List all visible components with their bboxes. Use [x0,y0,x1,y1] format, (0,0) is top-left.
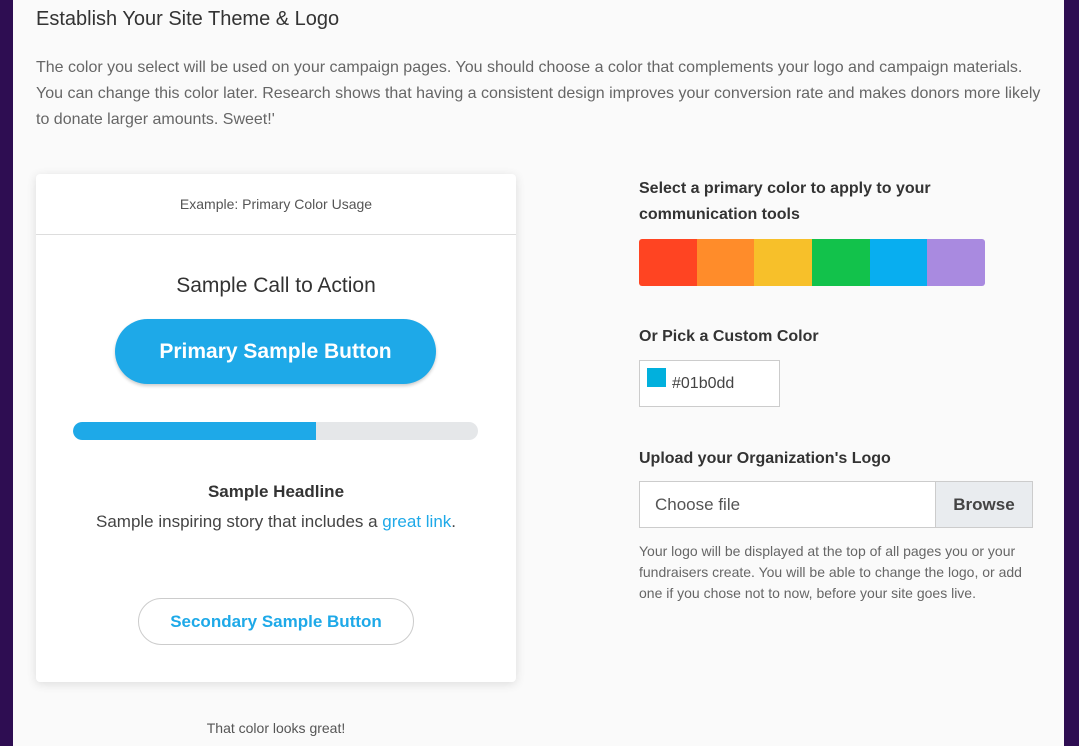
logo-upload-label: Upload your Organization's Logo [639,450,891,467]
file-input-placeholder[interactable]: Choose file [640,482,935,527]
color-swatch-orange[interactable] [696,239,755,286]
custom-color-input[interactable]: #01b0dd [639,360,780,407]
primary-color-label: Select a primary color to apply to your … [639,180,931,223]
secondary-sample-button[interactable]: Secondary Sample Button [138,598,414,645]
custom-color-label: Or Pick a Custom Color [639,328,819,345]
logo-help-text: Your logo will be displayed at the top o… [639,543,1022,601]
intro-text: The color you select will be used on you… [36,59,1041,128]
custom-color-value: #01b0dd [672,375,735,392]
sample-headline: Sample Headline [207,482,345,501]
color-swatch-yellow[interactable] [754,239,813,286]
color-swatch-purple[interactable] [927,239,985,286]
color-feedback-text: That color looks great! [206,720,346,736]
preview-card-header: Example: Primary Color Usage [36,174,516,235]
primary-sample-button[interactable]: Primary Sample Button [115,319,436,384]
progress-bar-fill [73,422,316,440]
page-title: Establish Your Site Theme & Logo [36,8,340,30]
cta-title: Sample Call to Action [176,274,376,297]
color-swatch-green[interactable] [812,239,870,286]
sample-story: Sample inspiring story that includes a g… [76,509,476,535]
color-swatch-blue[interactable] [869,239,928,286]
color-swatch-row [639,239,985,286]
color-chip-icon [647,368,666,387]
sample-story-link[interactable]: great link [382,512,451,531]
color-swatch-red[interactable] [639,239,697,286]
sample-story-end: . [451,512,457,531]
logo-file-input[interactable]: Choose file Browse [639,481,1033,528]
sample-story-text: Sample inspiring story that includes a [95,512,383,531]
main-panel: Establish Your Site Theme & Logo The col… [13,0,1064,746]
browse-button[interactable]: Browse [935,482,1032,527]
preview-card: Example: Primary Color Usage Sample Call… [36,174,516,682]
progress-bar [73,422,478,440]
